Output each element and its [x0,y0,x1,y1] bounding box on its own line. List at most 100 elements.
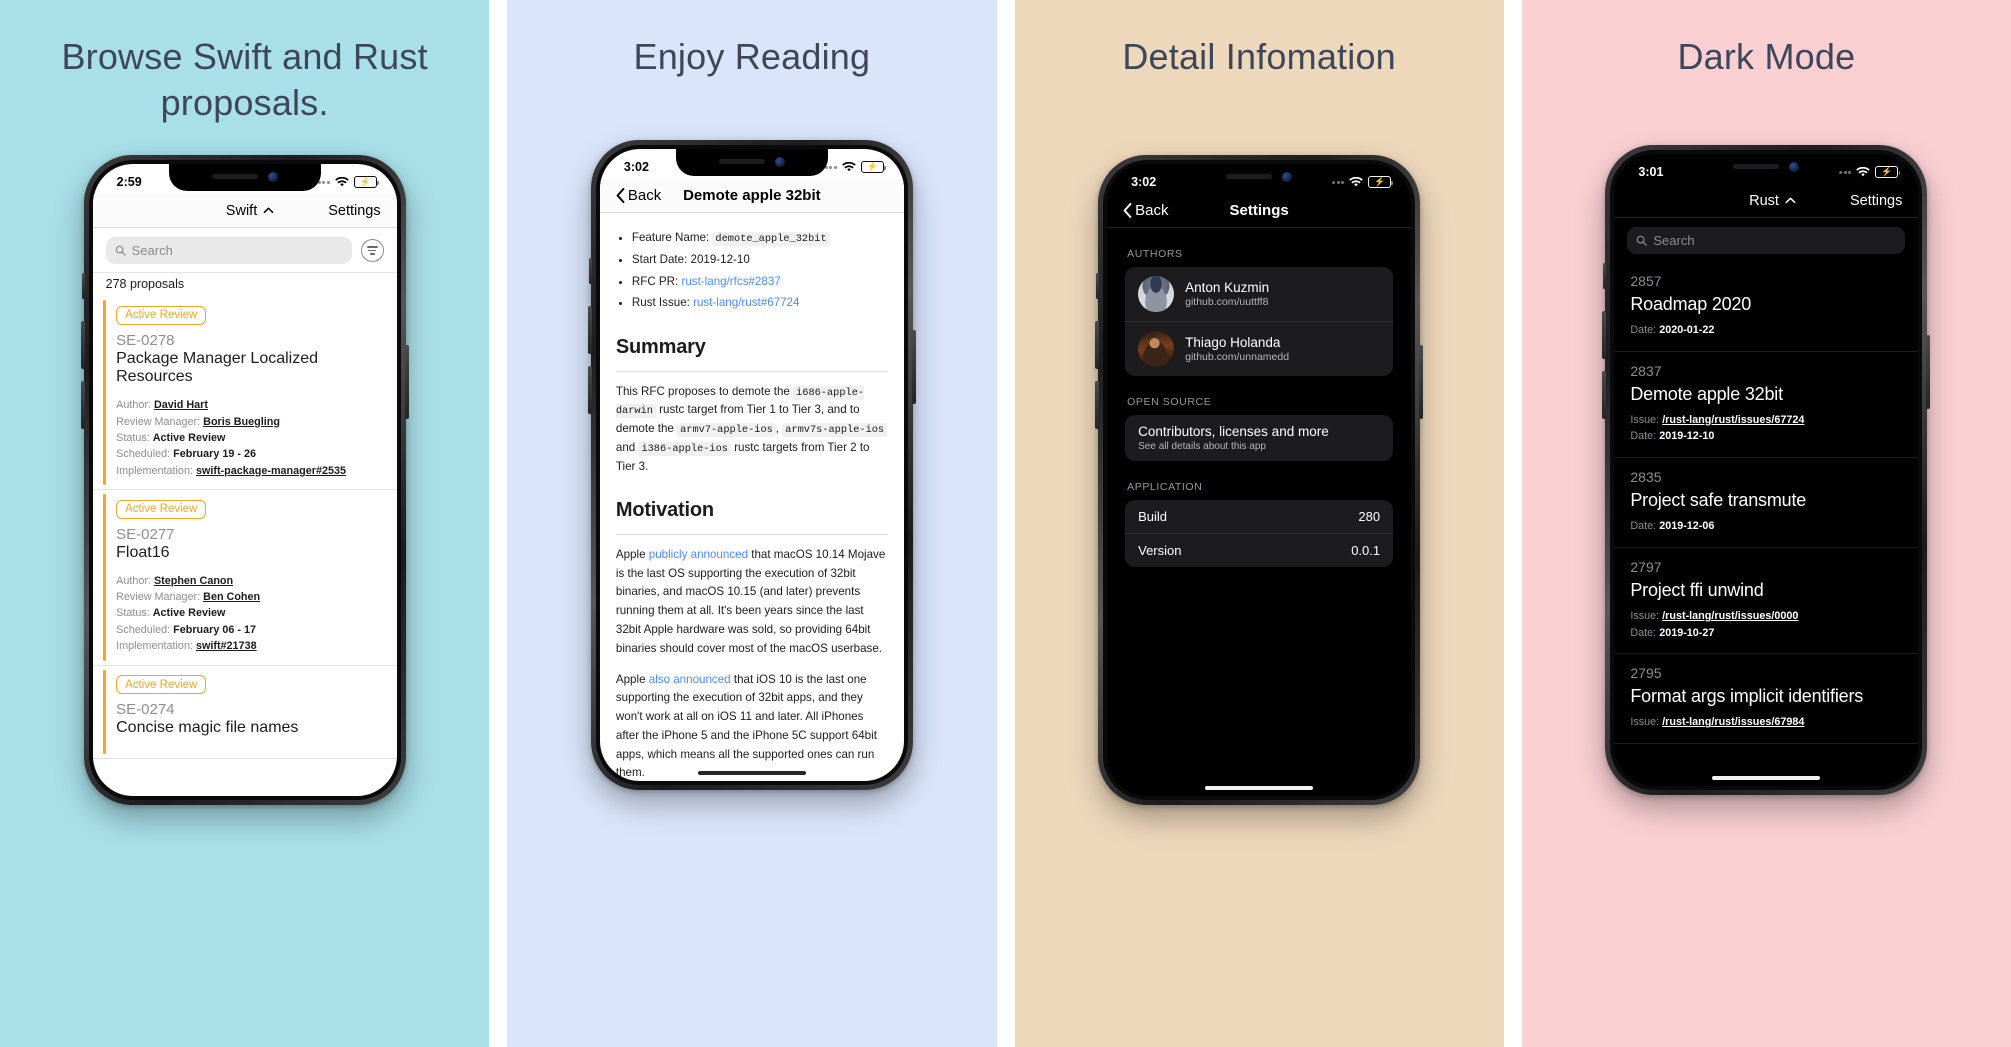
proposal-title: Project safe transmute [1630,490,1807,511]
notch [168,164,321,191]
meta-label: Scheduled: [116,623,174,636]
proposal-title: Concise magic file names [116,719,299,737]
silent-switch[interactable] [1603,263,1607,289]
bullet-label: RFC PR: [631,274,682,288]
issue-link[interactable]: /rust-lang/rust/issues/67984 [1662,716,1804,728]
date-meta-row: Date: 2019-12-06 [1630,518,1902,535]
meta-value[interactable]: Boris Buegling [203,416,280,428]
meta-value[interactable]: swift#21738 [196,640,257,652]
author-row[interactable]: Thiago Holanda github.com/unnamedd [1125,321,1394,376]
proposal-card[interactable]: Active Review SE-0277 Float16 Author: Steph… [92,490,397,666]
meta-label: Review Manager: [116,591,204,604]
home-indicator[interactable] [1712,776,1821,780]
front-camera-icon [774,156,785,167]
settings-button[interactable]: Settings [328,203,380,219]
proposal-list[interactable]: 278 proposals Active Review SE-0278 Packag… [92,272,397,796]
front-camera-icon [1282,171,1293,182]
power-button[interactable] [1926,335,1931,409]
application-row: Build 280 [1125,500,1393,533]
back-button[interactable]: Back [616,187,661,204]
wifi-icon [334,176,349,188]
search-row: Search [1614,218,1919,262]
battery-icon: ⚡ [1368,176,1394,188]
issue-link[interactable]: /rust-lang/rust/issues/0000 [1662,610,1798,622]
nav-bar: Back Demote apple 32bit [599,179,904,213]
volume-down-button[interactable] [587,366,592,414]
metadata-bullet: Start Date: 2019-12-10 [632,251,888,270]
chevron-left-icon [1123,203,1132,218]
meta-label: Status: [116,607,153,620]
summary-code: i386-apple-ios [638,441,731,456]
phone-device: 3:02 ⚡ Back [1095,155,1424,805]
avatar [1138,331,1175,367]
meta-value[interactable]: Ben Cohen [203,591,260,603]
bullet-link[interactable]: rust-lang/rfcs#2837 [681,275,780,288]
proposal-body[interactable]: Feature Name: demote_apple_32bit Start Da… [600,213,904,781]
search-input[interactable]: Search [105,237,352,264]
open-source-group[interactable]: Contributors, licenses and more See all … [1125,415,1394,461]
meta-label: Author: [116,399,154,412]
rust-proposal-row[interactable]: 2797 Project ffi unwind Issue: /rust-lang/… [1614,548,1919,655]
speaker-grille [211,174,258,179]
key-value: Version 0.0.1 [1138,543,1380,558]
author-row[interactable]: Anton Kuzmin github.com/uuttff8 [1125,267,1393,321]
motivation-heading: Motivation [615,499,714,522]
author-info: Thiago Holanda github.com/unnamedd [1185,335,1289,363]
home-indicator[interactable] [1205,786,1314,790]
volume-up-button[interactable] [80,321,85,369]
power-button[interactable] [1419,345,1424,419]
proposal-card[interactable]: Active Review SE-0274 Concise magic file n… [92,666,397,760]
panel-title: Browse Swift and Rust proposals. [61,36,428,124]
meta-value: Active Review [152,607,226,620]
rust-proposal-list[interactable]: 2857 Roadmap 2020 Date: 2020-01-22 2837 Demo… [1614,262,1919,786]
proposal-meta-row: Implementation: swift-package-manager#25… [116,463,385,479]
battery-icon: ⚡ [1875,166,1901,178]
silent-switch[interactable] [588,258,592,284]
proposal-card-body: Active Review SE-0277 Float16 Author: Steph… [106,490,397,664]
back-button[interactable]: Back [1123,202,1168,219]
open-source-row[interactable]: Contributors, licenses and more See all … [1125,415,1393,461]
meta-value[interactable]: Stephen Canon [154,575,233,587]
rust-proposal-row[interactable]: 2857 Roadmap 2020 Date: 2020-01-22 [1614,262,1919,352]
power-button[interactable] [911,330,916,404]
summary-heading: Summary [615,336,706,359]
proposal-id: 2837 [1630,362,1662,379]
proposal-title: Float16 [116,543,170,561]
bullet-link[interactable]: rust-lang/rust#67724 [693,296,799,309]
proposal-meta-row: Implementation: swift#21738 [116,638,385,654]
search-input[interactable]: Search [1627,227,1906,254]
filter-icon[interactable] [360,239,384,262]
volume-up-button[interactable] [1602,311,1607,359]
settings-button[interactable]: Settings [1850,193,1902,209]
language-selector[interactable]: Swift [226,203,274,219]
volume-down-button[interactable] [1602,371,1607,419]
open-source-subtitle: See all details about this app [1138,441,1266,452]
front-camera-icon [1789,161,1800,172]
proposal-meta-row: Status: Active Review [116,430,385,446]
motivation-paragraph-1: Apple publicly announced that macOS 10.1… [616,546,888,659]
silent-switch[interactable] [81,273,85,299]
rust-proposal-row[interactable]: 2795 Format args implicit identifiers Issu… [1614,654,1919,745]
rust-proposal-row[interactable]: 2835 Project safe transmute Date: 2019-12-… [1614,458,1919,548]
rust-proposal-row[interactable]: 2837 Demote apple 32bit Issue: /rust-lang/… [1614,352,1919,459]
search-placeholder: Search [131,243,173,258]
key-value: Build 280 [1138,509,1380,524]
home-indicator[interactable] [697,771,806,775]
volume-up-button[interactable] [1095,321,1100,369]
meta-value[interactable]: swift-package-manager#2535 [196,465,346,477]
author-handle: github.com/uuttff8 [1185,296,1269,308]
volume-down-button[interactable] [80,381,85,429]
motivation-1-link[interactable]: publicly announced [649,548,748,561]
silent-switch[interactable] [1096,273,1100,299]
author-name: Anton Kuzmin [1185,280,1270,295]
power-button[interactable] [404,345,409,419]
meta-value[interactable]: David Hart [154,399,208,411]
language-selector[interactable]: Rust [1749,193,1796,209]
proposal-card[interactable]: Active Review SE-0278 Package Manager Loca… [92,296,397,491]
back-label: Back [1135,202,1169,219]
author-info: Anton Kuzmin github.com/uuttff8 [1185,280,1269,308]
volume-up-button[interactable] [587,306,592,354]
issue-link[interactable]: /rust-lang/rust/issues/67724 [1662,414,1804,426]
volume-down-button[interactable] [1095,381,1100,429]
motivation-2-link[interactable]: also announced [649,673,731,686]
